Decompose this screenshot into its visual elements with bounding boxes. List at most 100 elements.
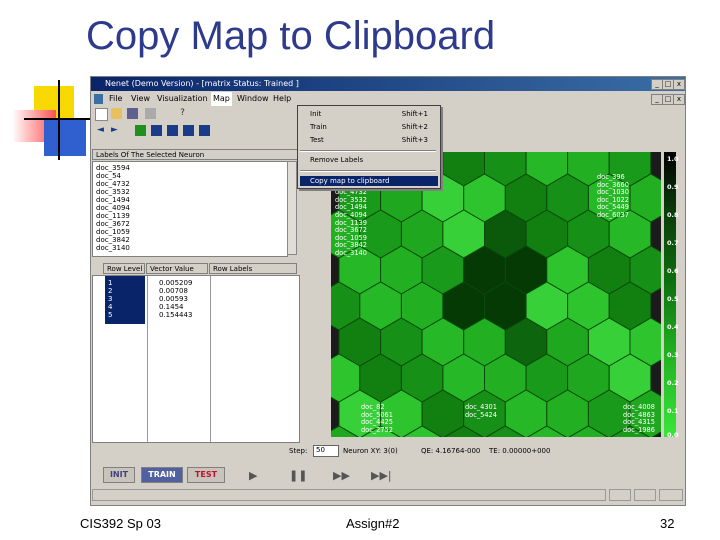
colorbar-tick: 0.8 (667, 211, 679, 219)
close-button[interactable]: x (673, 79, 685, 90)
lock-icon[interactable] (167, 125, 178, 136)
forward-button[interactable]: ▶▶ (333, 469, 350, 482)
colorbar-tick: 0.1 (667, 407, 679, 415)
qe-readout: QE: 4.16764-000 (421, 447, 481, 455)
window-title: Nenet (Demo Version) - [matrix Status: T… (105, 79, 299, 88)
menu-item-train[interactable]: Train (310, 123, 327, 131)
menu-view[interactable]: View (131, 92, 150, 106)
colorbar-tick: 1.0 (667, 155, 679, 163)
menu-bar: File View Visualization Map Window Help (91, 92, 685, 106)
table-row-index[interactable]: 3 (108, 295, 112, 303)
map-dropdown-menu: Init Shift+1 Train Shift+2 Test Shift+3 … (297, 105, 441, 189)
arrow-right-icon[interactable]: ► (109, 125, 120, 136)
deco-horizontal-line (24, 118, 90, 120)
train-button[interactable]: TRAIN (141, 467, 183, 483)
help-icon[interactable]: ? (177, 108, 188, 119)
table-cell-value: 0.00593 (159, 295, 188, 303)
menu-shortcut-test: Shift+3 (401, 136, 428, 144)
menu-separator (300, 150, 436, 152)
footer-center: Assign#2 (346, 516, 400, 531)
table-divider (147, 276, 148, 442)
colorbar-tick: 0.3 (667, 351, 679, 359)
open-folder-icon[interactable] (111, 108, 122, 119)
toolbar-2: ◄ ► (93, 125, 293, 141)
table-cell-value: 0.00708 (159, 287, 188, 295)
list-item[interactable]: doc_1494 (96, 196, 130, 204)
deco-blue-square (44, 118, 86, 156)
column-header-row-level[interactable]: Row Level (103, 263, 145, 274)
table-cell-value: 0.154443 (159, 311, 193, 319)
footer-right: 32 (660, 516, 675, 531)
colorbar-tick: 0.5 (667, 295, 679, 303)
colorbar-tick: 0.7 (667, 239, 679, 247)
colorbar-tick: 0.2 (667, 379, 679, 387)
menu-window[interactable]: Window (237, 92, 269, 106)
arrow-left-icon[interactable]: ◄ (95, 125, 106, 136)
te-readout: TE: 0.00000+000 (489, 447, 551, 455)
step-input[interactable]: 50 (313, 445, 339, 457)
status-pane (634, 489, 656, 501)
som-hex-map[interactable]: doc_3594doc_54doc_4732 doc_3532doc_1494d… (331, 152, 661, 437)
pause-button[interactable]: ❚❚ (289, 469, 307, 482)
list-item[interactable]: doc_3140 (96, 244, 130, 252)
window-titlebar: Nenet (Demo Version) - [matrix Status: T… (91, 77, 685, 91)
test-button[interactable]: TEST (187, 467, 225, 483)
play-button[interactable]: ▶ (249, 469, 257, 482)
list-item[interactable]: doc_3594 (96, 164, 130, 172)
list-item[interactable]: doc_1059 (96, 228, 130, 236)
menu-item-test[interactable]: Test (310, 136, 324, 144)
map-label-cluster-c: doc_82 doc_5061 doc_4425 doc_2752 (361, 403, 393, 434)
labels-scrollbar[interactable] (287, 161, 297, 255)
column-header-vector-value[interactable]: Vector Value (146, 263, 208, 274)
map-label-cluster-d: doc_4301 doc_5424 (465, 403, 497, 419)
status-pane (609, 489, 631, 501)
colorbar-tick: 0.4 (667, 323, 679, 331)
menu-visualization[interactable]: Visualization (157, 92, 208, 106)
colorbar-tick: 0.0 (667, 431, 679, 439)
grid-icon[interactable] (135, 125, 146, 136)
column-header-row-labels[interactable]: Row Labels (209, 263, 297, 274)
menu-shortcut-train: Shift+2 (401, 123, 428, 131)
labels-panel-header: Labels Of The Selected Neuron (92, 149, 298, 160)
neuron-readout: Neuron XY: 3(0) (343, 447, 398, 455)
table-row-index[interactable]: 4 (108, 303, 112, 311)
table-row-index[interactable]: 2 (108, 287, 112, 295)
list-item[interactable]: doc_4732 (96, 180, 130, 188)
person-icon[interactable] (199, 125, 210, 136)
map-label-cluster-e: doc_4008 doc_4863 doc_4315 doc_1986 (623, 403, 655, 434)
toolbar-1: ? (93, 108, 293, 124)
list-item[interactable]: doc_1139 (96, 212, 130, 220)
menu-item-copy-map[interactable]: Copy map to clipboard (310, 177, 389, 185)
init-button[interactable]: INIT (103, 467, 135, 483)
table-cell-value: 0.1454 (159, 303, 184, 311)
new-file-icon[interactable] (95, 108, 108, 121)
step-label: Step: (289, 447, 308, 455)
colorbar-tick: 0.6 (667, 267, 679, 275)
save-icon[interactable] (127, 108, 138, 119)
list-item[interactable]: doc_4094 (96, 204, 130, 212)
labels-panel[interactable]: doc_3594 doc_54 doc_4732 doc_3532 doc_14… (92, 161, 288, 257)
map-label-cluster-b: doc_396 doc_3660 doc_1030 doc_1022 doc_5449… (597, 173, 629, 219)
menu-separator (300, 170, 436, 172)
list-item[interactable]: doc_3842 (96, 236, 130, 244)
table-row-index[interactable]: 1 (108, 279, 112, 287)
lock2-icon[interactable] (183, 125, 194, 136)
app-icon (94, 94, 103, 104)
table-row-index[interactable]: 5 (108, 311, 112, 319)
menu-map[interactable]: Map (211, 92, 232, 106)
menu-item-init[interactable]: Init (310, 110, 321, 118)
menu-help[interactable]: Help (273, 92, 291, 106)
list-item[interactable]: doc_3532 (96, 188, 130, 196)
menu-item-remove-labels[interactable]: Remove Labels (310, 156, 363, 164)
menu-file[interactable]: File (109, 92, 122, 106)
status-pane (659, 489, 683, 501)
map-icon[interactable] (151, 125, 162, 136)
table-cell-value: 0.005209 (159, 279, 193, 287)
menu-shortcut-init: Shift+1 (401, 110, 428, 118)
list-item[interactable]: doc_54 (96, 172, 121, 180)
print-icon[interactable] (145, 108, 156, 119)
footer-left: CIS392 Sp 03 (80, 516, 161, 531)
vector-table: 1 2 3 4 5 0.005209 0.00708 0.00593 0.145… (92, 275, 300, 443)
end-button[interactable]: ▶▶| (371, 469, 392, 482)
list-item[interactable]: doc_3672 (96, 220, 130, 228)
